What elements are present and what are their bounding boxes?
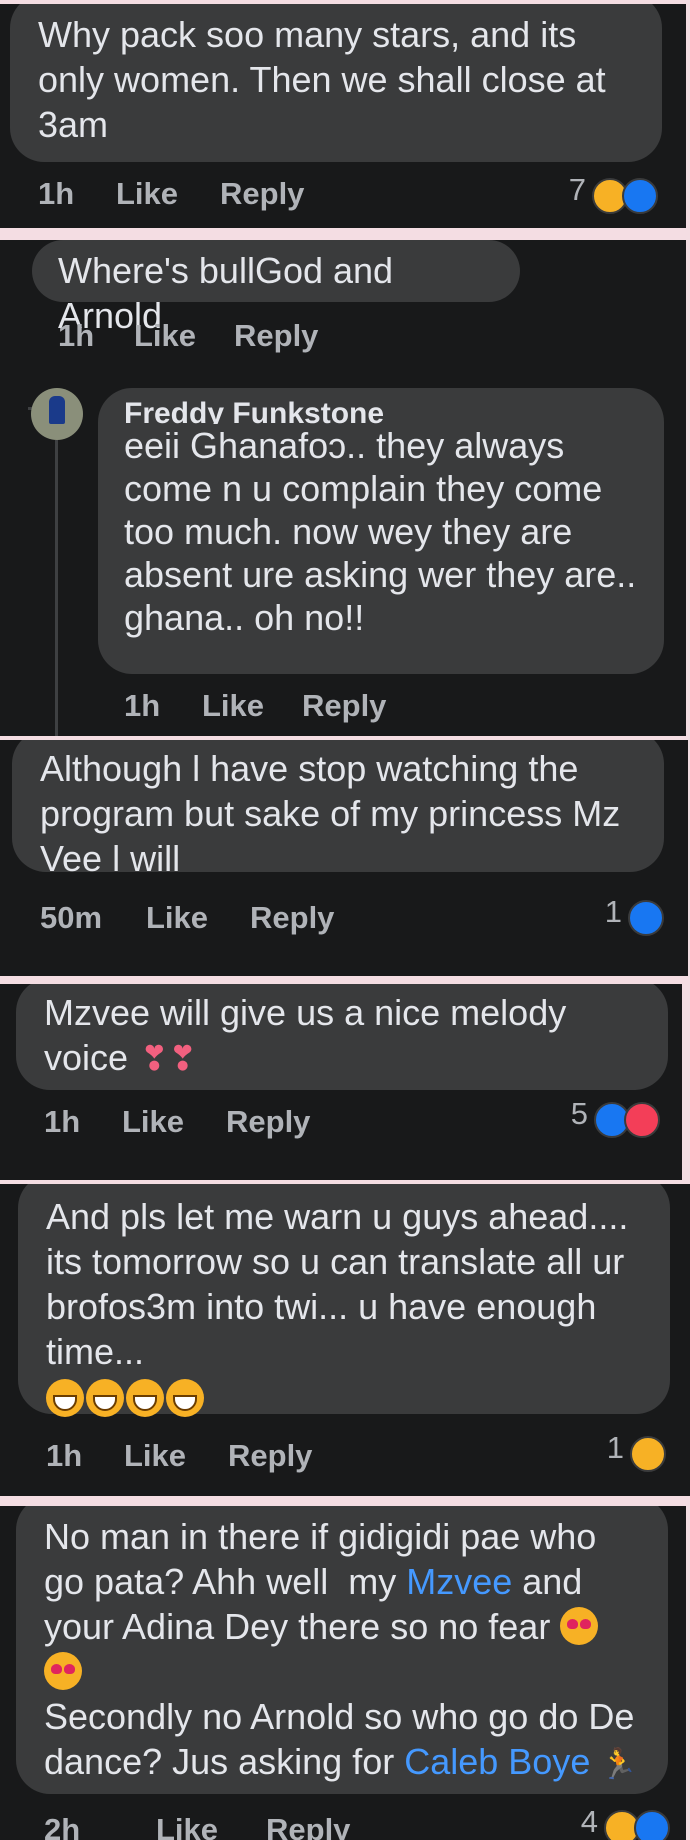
heart-emoji: ❣❣ [140, 1040, 198, 1078]
reply-button[interactable]: Reply [220, 176, 304, 212]
laughing-emoji [166, 1379, 204, 1417]
reply-button[interactable]: Reply [250, 900, 334, 936]
reaction-count: 5 [570, 1096, 588, 1131]
laughing-emoji [126, 1379, 164, 1417]
like-icon [628, 900, 664, 936]
like-button[interactable]: Like [116, 176, 178, 212]
mention-link[interactable]: Caleb Boye [404, 1741, 590, 1782]
comment-text: No man in there if gidigidi pae who go p… [44, 1514, 644, 1787]
reaction-count: 4 [580, 1804, 598, 1839]
comment-panel-5: And pls let me warn u guys ahead.... its… [0, 1184, 690, 1496]
reply-time: 1h [124, 688, 161, 723]
like-button[interactable]: Like [202, 688, 264, 724]
comment-panel-6: No man in there if gidigidi pae who go p… [0, 1506, 686, 1840]
reply-button[interactable]: Reply [234, 318, 318, 354]
reply-author[interactable]: Freddy Funkstone [124, 398, 640, 424]
running-emoji: 🏃 [600, 1748, 638, 1781]
comment-text: Mzvee will give us a nice melody voice [44, 992, 577, 1078]
comment-panel-1: Why pack soo many stars, and its only wo… [0, 4, 686, 228]
laughing-emoji-row [46, 1376, 646, 1421]
comment-text: Why pack soo many stars, and its only wo… [38, 14, 616, 145]
reply-button[interactable]: Reply [266, 1812, 350, 1840]
comment-time: 1h [44, 1104, 81, 1139]
love-icon [624, 1102, 660, 1138]
avatar[interactable] [31, 388, 83, 440]
comment-time: 2h [44, 1812, 81, 1840]
comment-text: Although l have stop watching the progra… [40, 748, 631, 879]
comment-time: 1h [46, 1438, 83, 1473]
reaction-count: 1 [604, 894, 622, 929]
reply-button[interactable]: Reply [228, 1438, 312, 1474]
reply-text: eeii Ghanafoɔ.. they always come n u com… [124, 425, 647, 638]
reaction-summary[interactable]: 1 [605, 894, 666, 940]
thread-line [55, 440, 58, 736]
reply-button[interactable]: Reply [226, 1104, 310, 1140]
comment-time: 1h [38, 176, 75, 211]
comment-panel-2: Where's bullGod and Arnold 1h Like Reply… [0, 240, 686, 736]
heart-eyes-emoji [44, 1652, 82, 1690]
comment-time: 1h [58, 318, 95, 353]
comment-bubble: Where's bullGod and Arnold [32, 240, 520, 336]
avatar-figure [49, 396, 65, 424]
laughing-emoji [86, 1379, 124, 1417]
like-button[interactable]: Like [122, 1104, 184, 1140]
comment-bubble: Although l have stop watching the progra… [12, 740, 664, 879]
reaction-summary[interactable]: 4 [581, 1804, 676, 1840]
like-button[interactable]: Like [134, 318, 196, 354]
comment-text: And pls let me warn u guys ahead.... its… [46, 1196, 639, 1372]
haha-icon [630, 1436, 666, 1472]
comment-bubble: Why pack soo many stars, and its only wo… [10, 4, 662, 162]
like-button[interactable]: Like [156, 1812, 218, 1840]
comment-bubble: And pls let me warn u guys ahead.... its… [18, 1184, 670, 1417]
like-button[interactable]: Like [124, 1438, 186, 1474]
reaction-summary[interactable]: 7 [569, 172, 664, 218]
heart-eyes-emoji [560, 1607, 599, 1645]
reaction-summary[interactable]: 1 [607, 1430, 668, 1476]
like-button[interactable]: Like [146, 900, 208, 936]
reply-bubble: Freddy Funkstone eeii Ghanafoɔ.. they al… [98, 388, 664, 674]
comment-bubble: No man in there if gidigidi pae who go p… [16, 1506, 668, 1794]
like-icon [622, 178, 658, 214]
comment-time: 50m [40, 900, 103, 935]
comment-panel-3: Although l have stop watching the progra… [0, 740, 688, 976]
reply-button[interactable]: Reply [302, 688, 386, 724]
like-icon [634, 1810, 670, 1840]
reaction-summary[interactable]: 5 [571, 1096, 664, 1142]
comment-bubble: Mzvee will give us a nice melody voice ❣… [16, 984, 668, 1090]
comment-panel-4: Mzvee will give us a nice melody voice ❣… [0, 984, 682, 1180]
reaction-count: 7 [568, 172, 586, 207]
mention-link[interactable]: Mzvee [406, 1561, 512, 1602]
laughing-emoji [46, 1379, 84, 1417]
reaction-count: 1 [606, 1430, 624, 1465]
